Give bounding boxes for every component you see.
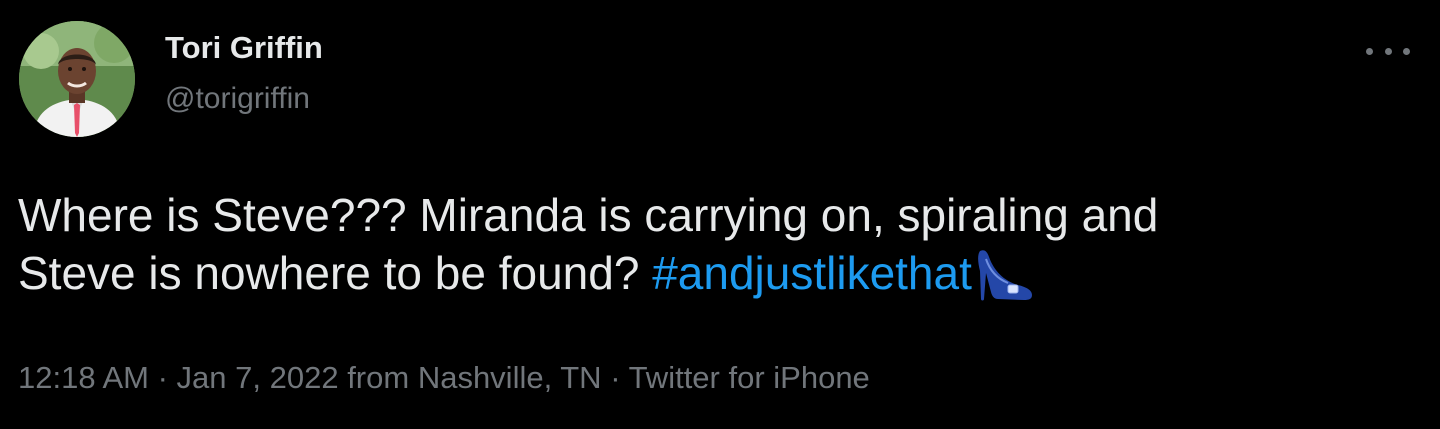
meta-separator: · — [601, 360, 629, 395]
more-options-button[interactable] — [1366, 36, 1410, 66]
author-name[interactable]: Tori Griffin — [165, 30, 323, 66]
tweet-timestamp[interactable]: 12:18 AM — [18, 360, 149, 395]
tweet-card: Tori Griffin @torigriffin Where is Steve… — [0, 0, 1440, 429]
more-horizontal-icon — [1366, 47, 1373, 55]
tweet-text-line2: Steve is nowhere to be found? — [18, 247, 653, 299]
author-handle[interactable]: @torigriffin — [165, 82, 310, 116]
tweet-date[interactable]: Jan 7, 2022 — [177, 360, 339, 395]
more-horizontal-icon — [1403, 47, 1410, 55]
tweet-meta: 12:18 AM · Jan 7, 2022 from Nashville, T… — [18, 360, 870, 396]
high-heel-shoe-icon — [974, 247, 1036, 316]
location-prefix: from — [338, 360, 418, 395]
avatar-image — [19, 21, 135, 137]
more-horizontal-icon — [1384, 47, 1392, 55]
hashtag-link[interactable]: #andjustlikethat — [652, 247, 972, 299]
tweet-location[interactable]: Nashville, TN — [418, 360, 602, 395]
avatar[interactable] — [19, 21, 135, 137]
tweet-text: Where is Steve??? Miranda is carrying on… — [18, 186, 1428, 316]
meta-separator: · — [148, 360, 177, 395]
tweet-source[interactable]: Twitter for iPhone — [629, 360, 870, 395]
tweet-text-line1: Where is Steve??? Miranda is carrying on… — [18, 189, 1159, 241]
